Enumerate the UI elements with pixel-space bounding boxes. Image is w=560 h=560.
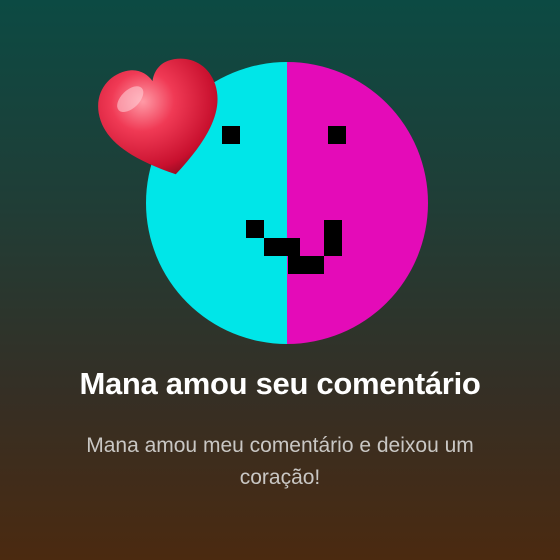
avatar-smile-pixel	[288, 256, 306, 274]
notification-message: Mana amou meu comentário e deixou um cor…	[86, 434, 474, 489]
avatar-right-half	[287, 62, 428, 344]
avatar-smile-pixel	[324, 238, 342, 256]
avatar-smile-pixel	[324, 220, 342, 238]
avatar-smile-pixel	[282, 238, 300, 256]
avatar-smile-pixel	[264, 238, 282, 256]
avatar-right-eye	[328, 126, 346, 144]
avatar-smile-pixel	[306, 256, 324, 274]
notification-title: Mana amou seu comentário	[79, 366, 481, 401]
heart-icon	[98, 58, 218, 175]
avatar-smile-pixel	[246, 220, 264, 238]
